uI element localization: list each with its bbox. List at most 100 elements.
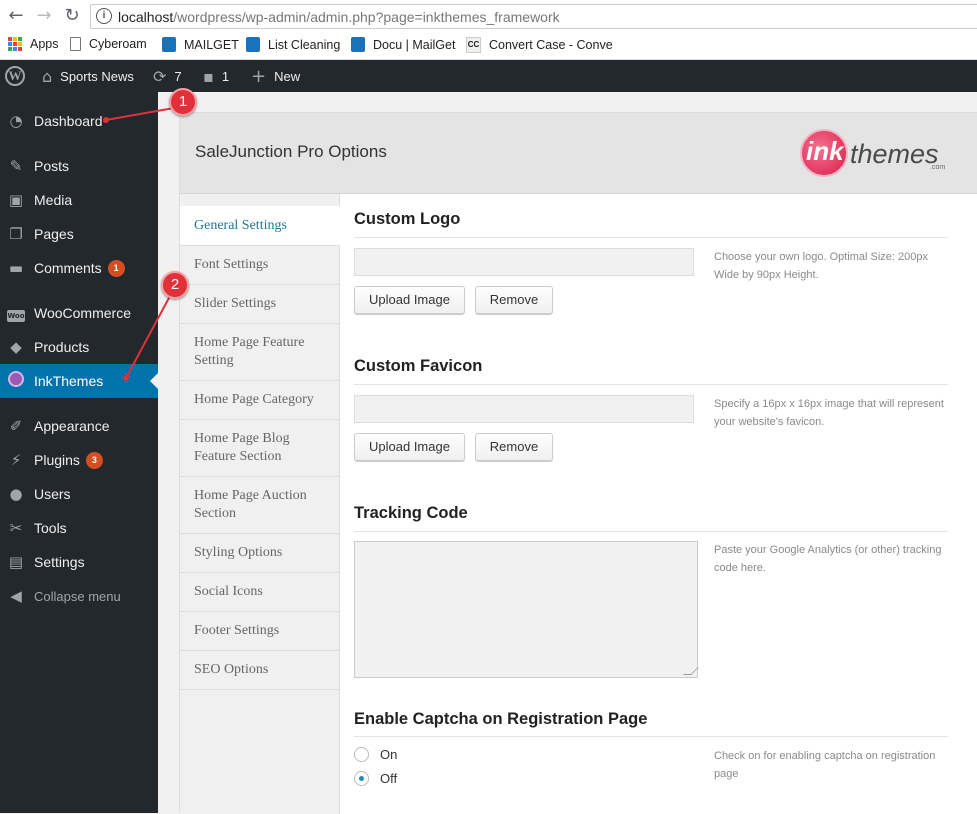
- forward-arrow-icon[interactable]: →: [34, 6, 54, 26]
- bookmark-mailget[interactable]: MAILGET: [162, 37, 239, 52]
- reload-icon[interactable]: ↻: [62, 6, 82, 26]
- favicon-upload-button[interactable]: Upload Image: [354, 433, 465, 461]
- radio-on[interactable]: [354, 747, 369, 762]
- sidebar-item-tools[interactable]: ✂ Tools: [0, 511, 158, 545]
- tab-font-settings[interactable]: Font Settings: [180, 246, 340, 285]
- apps-grid-icon: [8, 37, 22, 51]
- collapse-menu-button[interactable]: ◀ Collapse menu: [0, 579, 158, 613]
- tab-general-settings[interactable]: General Settings: [180, 206, 341, 246]
- doc-icon: [162, 37, 176, 52]
- sidebar-item-plugins[interactable]: ⚡ Plugins 3: [0, 443, 158, 477]
- bookmark-label: MAILGET: [184, 37, 239, 52]
- bookmark-label: Cyberoam: [89, 37, 147, 51]
- user-icon: ●: [9, 485, 23, 503]
- sidebar-item-label: Dashboard: [34, 113, 103, 129]
- sidebar-item-label: Users: [34, 486, 71, 502]
- logo-remove-button[interactable]: Remove: [475, 286, 553, 314]
- doc-icon: [351, 37, 365, 52]
- box-icon: ◆: [10, 338, 22, 356]
- tab-seo-options[interactable]: SEO Options: [180, 651, 340, 690]
- page-title: SaleJunction Pro Options: [195, 142, 387, 161]
- settings-content: Custom Logo Upload Image Remove Choose y…: [340, 194, 977, 814]
- bookmark-cyberoam[interactable]: Cyberoam: [70, 37, 147, 51]
- section-title: Tracking Code: [354, 504, 468, 522]
- sidebar-item-media[interactable]: ▣ Media: [0, 183, 158, 217]
- comment-bubble-icon: ▪: [203, 66, 214, 86]
- collapse-icon: ◀: [10, 587, 22, 605]
- tab-home-page-blog-feature[interactable]: Home Page Blog Feature Section: [180, 420, 340, 477]
- divider: [354, 384, 948, 385]
- logo-com-text: .com: [930, 164, 946, 171]
- sidebar-item-users[interactable]: ● Users: [0, 477, 158, 511]
- sidebar-item-posts[interactable]: ✎ Posts: [0, 149, 158, 183]
- radio-label: On: [380, 747, 398, 762]
- sidebar-item-pages[interactable]: ❐ Pages: [0, 217, 158, 251]
- logo-url-input[interactable]: [354, 248, 694, 276]
- info-icon[interactable]: i: [96, 8, 112, 24]
- bookmark-label: List Cleaning: [268, 37, 341, 52]
- sidebar-item-label: WooCommerce: [34, 305, 131, 321]
- settings-icon: ▤: [8, 553, 24, 571]
- logo-upload-button[interactable]: Upload Image: [354, 286, 465, 314]
- captcha-off-option[interactable]: Off: [354, 771, 397, 786]
- sidebar-item-inkthemes[interactable]: InkThemes: [0, 364, 158, 398]
- sidebar-item-products[interactable]: ◆ Products: [0, 330, 158, 364]
- sidebar-item-label: InkThemes: [34, 373, 104, 389]
- sidebar-item-label: Products: [34, 339, 90, 355]
- bookmark-apps[interactable]: Apps: [8, 37, 59, 51]
- tab-footer-settings[interactable]: Footer Settings: [180, 612, 340, 651]
- tab-social-icons[interactable]: Social Icons: [180, 573, 340, 612]
- sidebar-item-dashboard[interactable]: ◔ Dashboard: [0, 104, 158, 138]
- updates-link[interactable]: ⟳ 7: [153, 60, 182, 92]
- tab-home-page-category[interactable]: Home Page Category: [180, 381, 340, 420]
- tab-home-page-auction[interactable]: Home Page Auction Section: [180, 477, 340, 534]
- captcha-on-option[interactable]: On: [354, 747, 397, 762]
- resize-handle-icon[interactable]: [683, 667, 699, 675]
- admin-sidebar: ◔ Dashboard ✎ Posts ▣ Media ❐ Pages ▬ Co…: [0, 92, 158, 813]
- tracking-code-textarea[interactable]: [354, 541, 699, 678]
- inkthemes-icon: [6, 371, 26, 391]
- wordpress-icon: W: [5, 66, 25, 86]
- sidebar-item-label: Settings: [34, 554, 85, 570]
- sidebar-item-label: Media: [34, 192, 73, 208]
- plus-icon: +: [251, 65, 267, 87]
- sidebar-item-label: Collapse menu: [34, 588, 121, 604]
- address-bar[interactable]: i localhost/wordpress/wp-admin/admin.php…: [90, 4, 977, 29]
- comments-link[interactable]: ▪ 1: [203, 60, 229, 92]
- tracking-help-text: Paste your Google Analytics (or other) t…: [714, 544, 942, 574]
- sidebar-item-comments[interactable]: ▬ Comments 1: [0, 251, 158, 285]
- updates-count: 7: [174, 68, 182, 84]
- divider: [354, 531, 948, 532]
- favicon-help-text: Specify a 16px x 16px image that will re…: [714, 398, 944, 428]
- back-arrow-icon[interactable]: ←: [6, 6, 26, 26]
- sidebar-item-label: Pages: [34, 226, 74, 242]
- dashboard-icon: ◔: [9, 112, 23, 130]
- brush-icon: ✐: [9, 417, 23, 435]
- sidebar-item-settings[interactable]: ▤ Settings: [0, 545, 158, 579]
- tab-slider-settings[interactable]: Slider Settings: [180, 285, 340, 324]
- new-content-link[interactable]: + New: [251, 60, 300, 92]
- section-title: Custom Favicon: [354, 357, 483, 375]
- bookmark-docu-mailget[interactable]: Docu | MailGet: [351, 37, 455, 52]
- bookmark-convert-case[interactable]: CC Convert Case - Conve: [466, 37, 613, 53]
- bookmark-list-cleaning[interactable]: List Cleaning: [246, 37, 340, 52]
- site-name-link[interactable]: ⌂ Sports News: [42, 60, 134, 92]
- divider: [354, 237, 948, 238]
- comments-count: 1: [221, 68, 230, 84]
- doc-icon: [246, 37, 260, 52]
- sidebar-item-appearance[interactable]: ✐ Appearance: [0, 409, 158, 443]
- url-text: localhost/wordpress/wp-admin/admin.php?p…: [118, 9, 560, 25]
- radio-off[interactable]: [354, 771, 369, 786]
- settings-tabs: General Settings Font Settings Slider Se…: [180, 194, 341, 814]
- favicon-url-input[interactable]: [354, 395, 694, 423]
- tab-home-page-feature-setting[interactable]: Home Page Feature Setting: [180, 324, 340, 381]
- sidebar-item-woocommerce[interactable]: Woo WooCommerce: [0, 296, 158, 330]
- wordpress-logo[interactable]: W: [5, 60, 25, 92]
- tab-styling-options[interactable]: Styling Options: [180, 534, 340, 573]
- section-title: Enable Captcha on Registration Page: [354, 710, 648, 728]
- site-name: Sports News: [60, 68, 134, 84]
- new-label: New: [274, 68, 301, 84]
- comments-badge: 1: [107, 259, 125, 277]
- cc-icon: CC: [466, 37, 481, 53]
- favicon-remove-button[interactable]: Remove: [475, 433, 553, 461]
